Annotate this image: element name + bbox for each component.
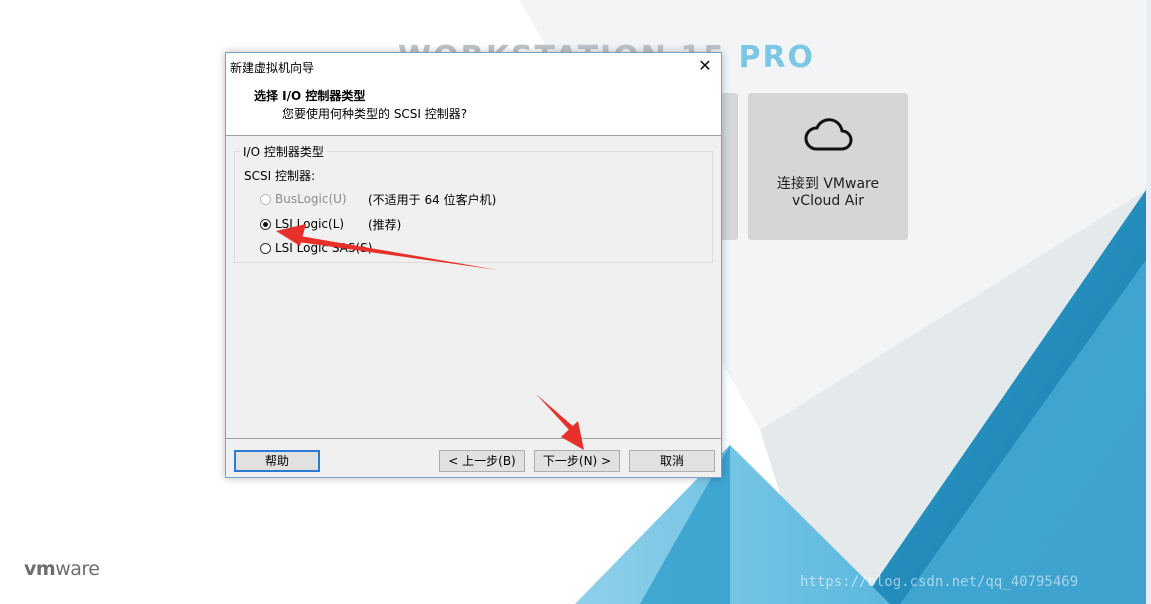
radio-label: LSI Logic SAS(S) <box>275 241 373 255</box>
radio-label: LSI Logic(L) <box>275 217 345 231</box>
radio-lsi-logic-sas[interactable]: LSI Logic SAS(S) <box>260 239 372 257</box>
radio-button[interactable] <box>260 242 271 254</box>
footer-divider <box>226 438 721 439</box>
next-button[interactable]: 下一步(N) > <box>534 450 620 472</box>
scsi-controller-label: SCSI 控制器: <box>244 169 316 183</box>
help-button[interactable]: 帮助 <box>234 450 320 472</box>
dialog-title: 新建虚拟机向导 <box>230 61 315 75</box>
tile-label-line1: 连接到 VMware <box>776 176 880 192</box>
page-subtitle: 您要使用何种类型的 SCSI 控制器? <box>282 107 468 121</box>
back-button[interactable]: < 上一步(B) <box>439 450 525 472</box>
window-edge <box>1146 0 1151 604</box>
watermark: https://blog.csdn.net/qq_40795469 <box>800 574 1079 590</box>
page-title: 选择 I/O 控制器类型 <box>254 89 366 103</box>
radio-button[interactable] <box>260 218 271 230</box>
tile-label-line2: vCloud Air <box>792 193 864 209</box>
radio-label: BusLogic(U) <box>275 192 347 206</box>
radio-lsi-logic[interactable]: LSI Logic(L) <box>260 215 344 233</box>
close-icon[interactable]: ✕ <box>693 54 717 78</box>
wizard-header: 选择 I/O 控制器类型 您要使用何种类型的 SCSI 控制器? <box>226 79 721 136</box>
radio-button[interactable] <box>260 193 271 205</box>
radio-buslogic[interactable]: BusLogic(U) <box>260 190 347 208</box>
vmware-logo: vmware <box>24 558 100 580</box>
cancel-button[interactable]: 取消 <box>629 450 715 472</box>
buslogic-note: (不适用于 64 位客户机) <box>368 193 497 207</box>
dialog-titlebar[interactable]: 新建虚拟机向导 ✕ <box>226 53 721 79</box>
lsi-logic-note: (推荐) <box>368 218 402 232</box>
group-legend: I/O 控制器类型 <box>240 143 327 160</box>
cloud-icon <box>804 118 853 151</box>
new-vm-wizard-dialog: 新建虚拟机向导 ✕ 选择 I/O 控制器类型 您要使用何种类型的 SCSI 控制… <box>225 52 722 478</box>
connect-vcloud-tile[interactable]: 连接到 VMware vCloud Air <box>748 93 908 240</box>
